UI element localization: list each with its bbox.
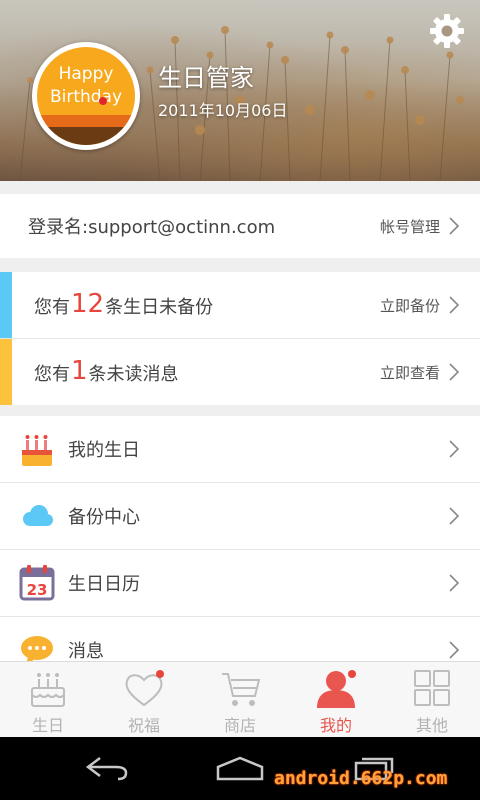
menu-item-backup-center[interactable]: 备份中心 <box>0 483 480 549</box>
chevron-right-icon <box>449 440 460 458</box>
menu-item-label: 生日日历 <box>68 574 140 595</box>
happy-birthday-logo: Happy Birthday <box>37 47 135 145</box>
login-name-label: 登录名:support@octinn.com <box>28 217 276 238</box>
grid-icon <box>414 670 450 706</box>
tab-birthday[interactable]: 生日 <box>0 662 96 737</box>
menu-item-label: 备份中心 <box>68 507 140 528</box>
notification-dot <box>348 670 356 678</box>
unread-count: 1 <box>71 356 88 386</box>
tab-label: 我的 <box>319 716 352 735</box>
alert-stripe <box>0 272 12 338</box>
tab-wishes[interactable]: 祝福 <box>96 662 192 737</box>
alert-text: 您有12条生日未备份 <box>34 289 214 319</box>
home-icon[interactable] <box>214 755 266 781</box>
account-row[interactable]: 登录名:support@octinn.com 帐号管理 <box>0 194 480 258</box>
tab-label: 其他 <box>415 716 448 735</box>
tab-label: 商店 <box>223 716 256 735</box>
chevron-right-icon <box>449 296 460 314</box>
cake-outline-icon <box>31 673 65 707</box>
menu-item-my-birthday[interactable]: 我的生日 <box>0 416 480 482</box>
settings-gear-icon[interactable] <box>428 12 466 50</box>
avatar-text-birthday: Birthday <box>50 87 122 107</box>
alert-stripe <box>0 339 12 405</box>
back-icon[interactable] <box>82 755 132 781</box>
chevron-right-icon <box>449 363 460 381</box>
chevron-right-icon <box>449 217 460 235</box>
bottom-tab-bar: 生日 祝福 商店 我的 其他 <box>0 661 480 737</box>
calendar-icon: 23 <box>19 565 55 601</box>
avatar-text-happy: Happy <box>59 64 114 84</box>
app-title: 生日管家 <box>158 64 254 92</box>
birthday-date: 2011年10月06日 <box>158 101 288 120</box>
menu-item-label: 消息 <box>68 641 104 662</box>
backup-now-link[interactable]: 立即备份 <box>380 295 440 316</box>
unbacked-count: 12 <box>71 289 105 319</box>
chevron-right-icon <box>449 507 460 525</box>
account-manage-link[interactable]: 帐号管理 <box>380 216 440 237</box>
tab-other[interactable]: 其他 <box>384 662 480 737</box>
profile-header: Happy Birthday 生日管家 2011年10月06日 <box>0 0 480 181</box>
cloud-icon <box>23 505 53 526</box>
view-now-link[interactable]: 立即查看 <box>380 362 440 383</box>
chevron-right-icon <box>449 641 460 659</box>
backup-alert-row[interactable]: 您有12条生日未备份 立即备份 <box>0 272 480 338</box>
chevron-right-icon <box>449 574 460 592</box>
menu-item-label: 我的生日 <box>68 440 140 461</box>
tab-label: 祝福 <box>127 716 160 735</box>
menu-item-birthday-calendar[interactable]: 23 生日日历 <box>0 550 480 616</box>
alert-text: 您有1条未读消息 <box>34 356 179 386</box>
tab-mine[interactable]: 我的 <box>288 662 384 737</box>
notification-dot <box>156 670 164 678</box>
message-alert-row[interactable]: 您有1条未读消息 立即查看 <box>0 339 480 405</box>
avatar[interactable]: Happy Birthday <box>32 42 140 150</box>
watermark: android.662p.com <box>274 768 448 789</box>
tab-label: 生日 <box>31 716 64 735</box>
cart-outline-icon <box>222 673 261 706</box>
cake-icon <box>22 435 52 466</box>
tab-store[interactable]: 商店 <box>192 662 288 737</box>
calendar-day-number: 23 <box>27 581 48 599</box>
